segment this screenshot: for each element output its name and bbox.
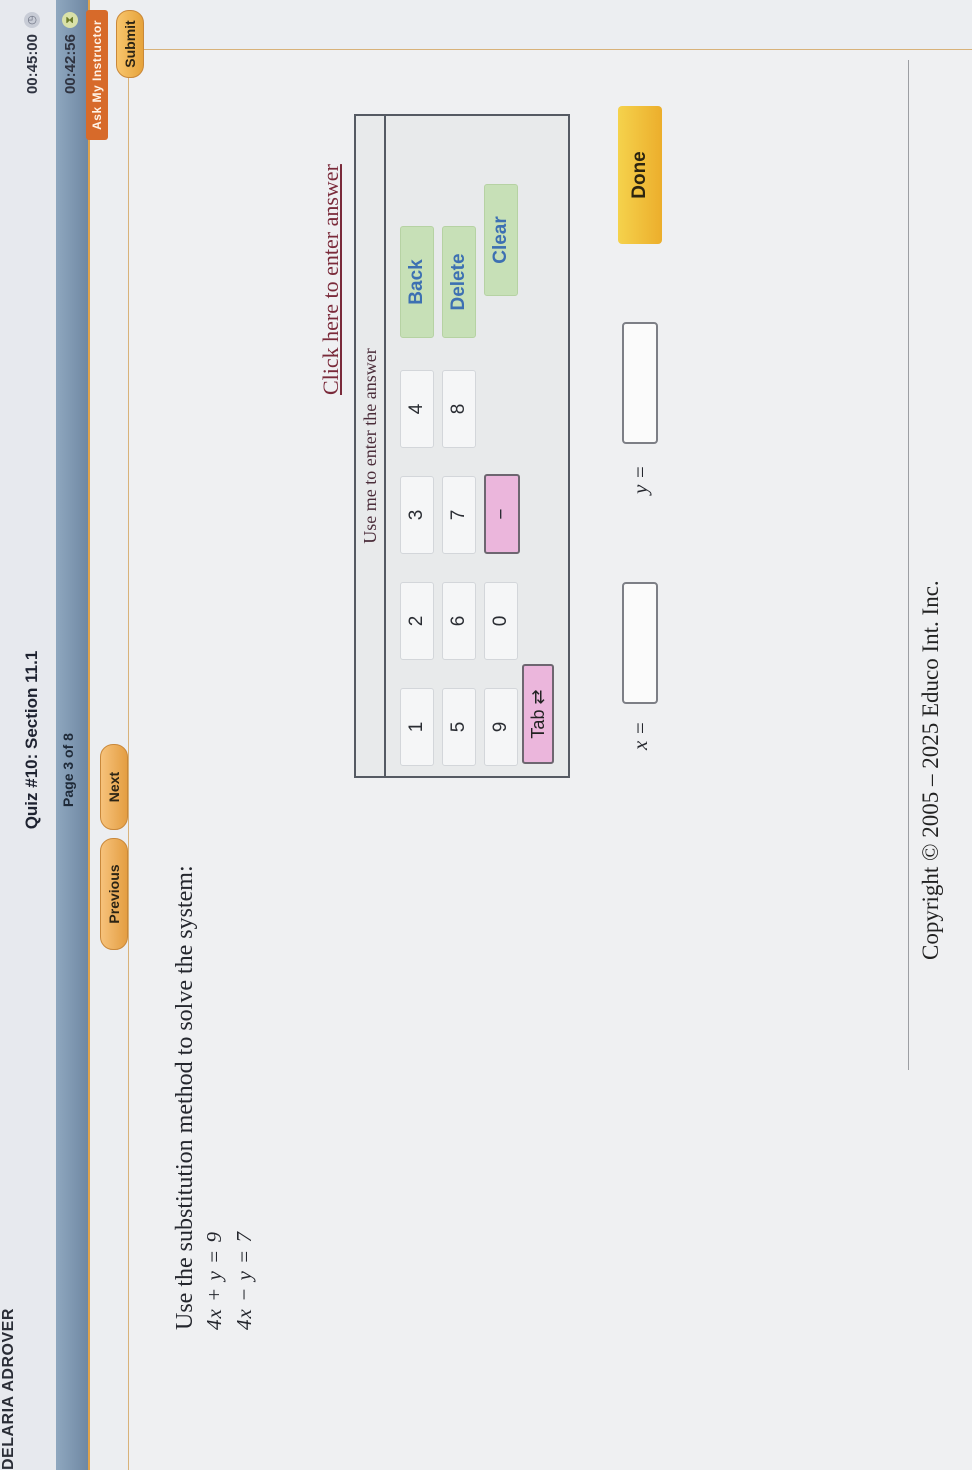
next-button[interactable]: Next — [100, 744, 128, 830]
key-5[interactable]: 5 — [442, 688, 476, 766]
question-prompt: Use the substitution method to solve the… — [172, 865, 198, 1330]
key-6[interactable]: 6 — [442, 582, 476, 660]
quiz-title: Quiz #10: Section 11.1 — [22, 650, 41, 830]
done-button[interactable]: Done — [618, 106, 662, 244]
tab-key[interactable]: Tab ⇄ — [522, 664, 554, 764]
key-7[interactable]: 7 — [442, 476, 476, 554]
hourglass-icon: ⧗ — [62, 12, 78, 28]
key-2[interactable]: 2 — [400, 582, 434, 660]
x-answer-input[interactable] — [622, 582, 658, 704]
student-name: DELARIA ADROVER — [0, 1308, 17, 1470]
key-4[interactable]: 4 — [400, 370, 434, 448]
enter-answer-link[interactable]: Click here to enter answer — [318, 164, 344, 395]
y-label: y = — [628, 465, 652, 494]
key-negative[interactable]: − — [484, 474, 520, 554]
timer-remaining: 00:42:56 — [62, 34, 79, 95]
equation-1: 4x + y = 9 — [202, 1231, 226, 1330]
key-8[interactable]: 8 — [442, 370, 476, 448]
x-label: x = — [628, 721, 652, 750]
y-answer-input[interactable] — [622, 322, 658, 444]
clock-icon: ◷ — [24, 12, 40, 28]
key-0[interactable]: 0 — [484, 582, 518, 660]
equation-2: 4x − y = 7 — [232, 1231, 256, 1330]
keypad: Use me to enter the answer 1 2 3 4 Back … — [354, 114, 570, 778]
submit-button[interactable]: Submit — [116, 10, 144, 78]
back-button[interactable]: Back — [400, 226, 434, 338]
page-indicator: Page 3 of 8 — [60, 733, 76, 807]
quiz-page: DELARIA ADROVER Quiz #10: Section 11.1 0… — [0, 0, 972, 1470]
key-9[interactable]: 9 — [484, 688, 518, 766]
previous-button[interactable]: Previous — [100, 838, 128, 950]
key-1[interactable]: 1 — [400, 688, 434, 766]
footer-divider — [908, 60, 909, 1070]
key-3[interactable]: 3 — [400, 476, 434, 554]
delete-button[interactable]: Delete — [442, 226, 476, 338]
keypad-header: Use me to enter the answer — [356, 116, 386, 776]
top-bar: DELARIA ADROVER Quiz #10: Section 11.1 0… — [0, 0, 56, 1470]
ask-instructor-button[interactable]: Ask My Instructor — [86, 10, 108, 140]
copyright: Copyright © 2005 – 2025 Educo Int. Inc. — [918, 580, 943, 960]
divider — [88, 0, 90, 1470]
timer-total: 00:45:00 — [24, 34, 41, 95]
clear-button[interactable]: Clear — [484, 184, 518, 296]
